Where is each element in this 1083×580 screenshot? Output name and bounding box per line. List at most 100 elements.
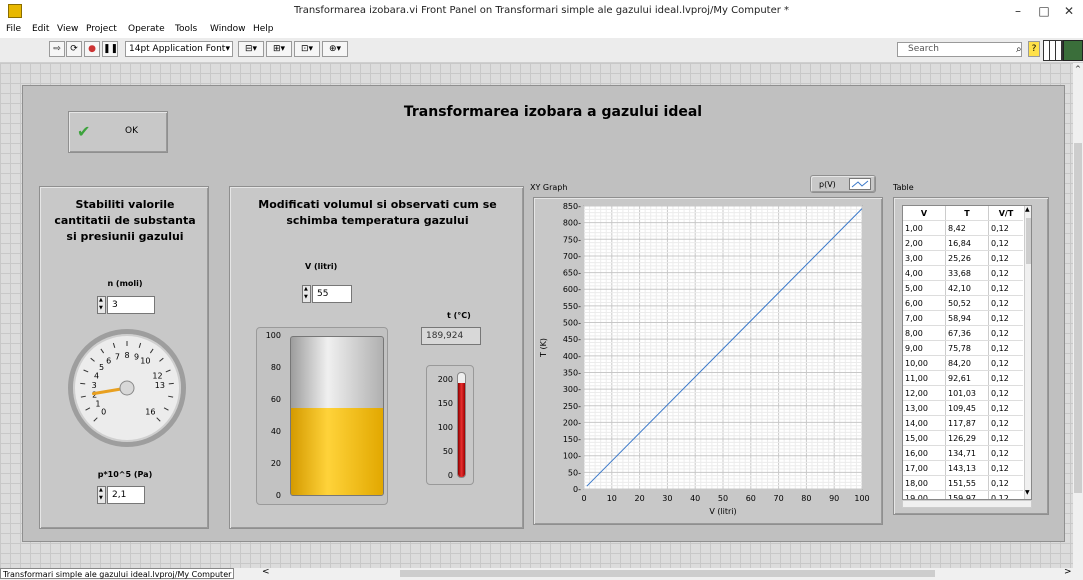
table-cell[interactable]: 11,00 — [903, 371, 946, 386]
table-row[interactable]: 9,0075,780,12 — [903, 341, 1023, 356]
table-cell[interactable]: 0,12 — [989, 476, 1024, 491]
table-row[interactable]: 3,0025,260,12 — [903, 251, 1023, 266]
table-cell[interactable]: 0,12 — [989, 446, 1024, 461]
menu-project[interactable]: Project — [86, 24, 117, 34]
vi-icon[interactable] — [1063, 40, 1083, 61]
table-row[interactable]: 14,00117,870,12 — [903, 416, 1023, 431]
table-cell[interactable]: 0,12 — [989, 491, 1024, 501]
table-row[interactable]: 16,00134,710,12 — [903, 446, 1023, 461]
table-cell[interactable]: 84,20 — [946, 356, 989, 371]
table-cell[interactable]: 0,12 — [989, 311, 1024, 326]
table-cell[interactable]: 18,00 — [903, 476, 946, 491]
scroll-right-icon[interactable]: > — [1064, 567, 1072, 577]
table-row[interactable]: 10,0084,200,12 — [903, 356, 1023, 371]
table-cell[interactable]: 159,97 — [946, 491, 989, 501]
table-cell[interactable]: 0,12 — [989, 401, 1024, 416]
help-icon[interactable]: ? — [1028, 41, 1040, 57]
table-cell[interactable]: 0,12 — [989, 341, 1024, 356]
table-cell[interactable]: 8,42 — [946, 221, 989, 236]
table-cell[interactable]: 8,00 — [903, 326, 946, 341]
minimize-button[interactable]: – — [1004, 2, 1032, 20]
table-cell[interactable]: 75,78 — [946, 341, 989, 356]
table-cell[interactable]: 10,00 — [903, 356, 946, 371]
table-row[interactable]: 7,0058,940,12 — [903, 311, 1023, 326]
menu-window[interactable]: Window — [210, 24, 246, 34]
table-cell[interactable]: 117,87 — [946, 416, 989, 431]
table-cell[interactable]: 0,12 — [989, 371, 1024, 386]
table-row[interactable]: 5,0042,100,12 — [903, 281, 1023, 296]
v-incdec-arrows[interactable] — [302, 285, 311, 303]
p-incdec-arrows[interactable] — [97, 486, 106, 504]
table-cell[interactable]: 2,00 — [903, 236, 946, 251]
table-cell[interactable]: 0,12 — [989, 281, 1024, 296]
table-cell[interactable]: 19,00 — [903, 491, 946, 501]
n-incdec-arrows[interactable] — [97, 296, 106, 314]
table-cell[interactable]: 151,55 — [946, 476, 989, 491]
maximize-button[interactable]: □ — [1030, 2, 1058, 20]
table-row[interactable]: 6,0050,520,12 — [903, 296, 1023, 311]
table-cell[interactable]: 0,12 — [989, 431, 1024, 446]
table-cell[interactable]: 0,12 — [989, 221, 1024, 236]
menu-file[interactable]: File — [6, 24, 21, 34]
data-table[interactable]: V T V/T 1,008,420,122,0016,840,123,0025,… — [902, 205, 1032, 500]
menu-view[interactable]: View — [57, 24, 78, 34]
table-cell[interactable]: 1,00 — [903, 221, 946, 236]
table-row[interactable]: 4,0033,680,12 — [903, 266, 1023, 281]
table-row[interactable]: 11,0092,610,12 — [903, 371, 1023, 386]
menu-help[interactable]: Help — [253, 24, 274, 34]
connector-pane-icon[interactable] — [1043, 40, 1063, 61]
n-input[interactable]: 3 — [107, 296, 155, 314]
table-cell[interactable]: 0,12 — [989, 251, 1024, 266]
table-cell[interactable]: 67,36 — [946, 326, 989, 341]
reorder-icon[interactable]: ⊕▾ — [322, 41, 348, 57]
table-cell[interactable]: 12,00 — [903, 386, 946, 401]
table-cell[interactable]: 0,12 — [989, 296, 1024, 311]
table-cell[interactable]: 5,00 — [903, 281, 946, 296]
table-scroll-thumb[interactable] — [1026, 218, 1032, 264]
table-vscrollbar[interactable]: ▲ ▼ — [1024, 206, 1032, 500]
table-cell[interactable]: 16,84 — [946, 236, 989, 251]
scroll-down-icon[interactable]: ▼ — [1025, 489, 1030, 496]
table-hscrollbar[interactable] — [902, 500, 1032, 508]
table-cell[interactable]: 3,00 — [903, 251, 946, 266]
table-cell[interactable]: 7,00 — [903, 311, 946, 326]
table-row[interactable]: 8,0067,360,12 — [903, 326, 1023, 341]
scroll-up-icon[interactable]: ▲ — [1025, 206, 1030, 213]
abort-icon[interactable]: ● — [84, 41, 100, 57]
ok-button[interactable]: ✔ OK — [68, 111, 168, 153]
scrollbar-thumb[interactable] — [1074, 143, 1082, 493]
search-input[interactable]: Search — [897, 42, 1022, 57]
table-cell[interactable]: 143,13 — [946, 461, 989, 476]
p-input[interactable]: 2,1 — [107, 486, 145, 504]
table-row[interactable]: 2,0016,840,12 — [903, 236, 1023, 251]
close-button[interactable]: ✕ — [1055, 2, 1083, 20]
menu-tools[interactable]: Tools — [175, 24, 197, 34]
font-selector[interactable]: 14pt Application Font▾ — [125, 41, 233, 57]
table-row[interactable]: 13,00109,450,12 — [903, 401, 1023, 416]
table-cell[interactable]: 92,61 — [946, 371, 989, 386]
table-cell[interactable]: 58,94 — [946, 311, 989, 326]
search-icon[interactable]: ⌕ — [1016, 44, 1022, 55]
scroll-up-icon[interactable]: ^ — [1075, 65, 1081, 73]
table-row[interactable]: 15,00126,290,12 — [903, 431, 1023, 446]
table-cell[interactable]: 14,00 — [903, 416, 946, 431]
table-row[interactable]: 17,00143,130,12 — [903, 461, 1023, 476]
table-cell[interactable]: 42,10 — [946, 281, 989, 296]
xy-graph-plot[interactable]: 01020304050607080901000-50-100-150-200-2… — [534, 198, 882, 524]
table-cell[interactable]: 0,12 — [989, 356, 1024, 371]
horizontal-scroll-thumb[interactable] — [400, 570, 935, 577]
table-cell[interactable]: 0,12 — [989, 416, 1024, 431]
table-cell[interactable]: 17,00 — [903, 461, 946, 476]
table-cell[interactable]: 4,00 — [903, 266, 946, 281]
table-cell[interactable]: 0,12 — [989, 266, 1024, 281]
table-cell[interactable]: 0,12 — [989, 386, 1024, 401]
table-row[interactable]: 12,00101,030,12 — [903, 386, 1023, 401]
table-cell[interactable]: 16,00 — [903, 446, 946, 461]
table-cell[interactable]: 13,00 — [903, 401, 946, 416]
table-cell[interactable]: 25,26 — [946, 251, 989, 266]
table-cell[interactable]: 0,12 — [989, 461, 1024, 476]
v-input[interactable]: 55 — [312, 285, 352, 303]
plot-legend[interactable]: p(V) — [810, 175, 876, 193]
table-cell[interactable]: 109,45 — [946, 401, 989, 416]
table-cell[interactable]: 33,68 — [946, 266, 989, 281]
